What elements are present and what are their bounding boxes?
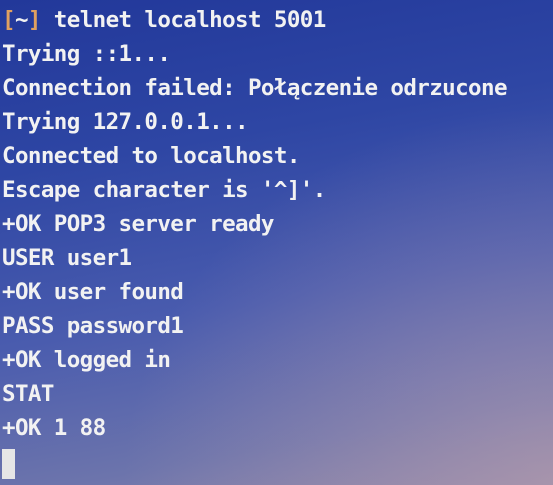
text-cursor[interactable]	[2, 448, 15, 479]
prompt-line: [~] telnet localhost 5001	[2, 3, 507, 37]
output-line: +OK user found	[2, 279, 184, 305]
output-line: +OK POP3 server ready	[2, 211, 274, 237]
output-line: Trying ::1...	[2, 41, 171, 67]
output-line: USER user1	[2, 245, 132, 271]
terminal-window[interactable]: [~] telnet localhost 5001 Trying ::1... …	[0, 0, 553, 485]
input-line[interactable]	[2, 445, 507, 479]
output-line: PASS password1	[2, 313, 184, 339]
prompt-open-bracket: [	[2, 7, 16, 33]
prompt-path: ~	[14, 7, 29, 33]
output-line: Connection failed: Połączenie odrzucone	[2, 75, 508, 101]
terminal-output: [~] telnet localhost 5001 Trying ::1... …	[2, 3, 508, 479]
prompt-command: telnet localhost 5001	[40, 7, 326, 33]
output-line: +OK logged in	[2, 347, 171, 373]
output-line: Trying 127.0.0.1...	[2, 109, 249, 135]
output-line: Connected to localhost.	[2, 143, 300, 169]
prompt-close-bracket: ]	[27, 7, 42, 33]
output-line: Escape character is '^]'.	[2, 177, 326, 203]
output-line: STAT	[2, 381, 54, 407]
output-line: +OK 1 88	[2, 415, 106, 441]
